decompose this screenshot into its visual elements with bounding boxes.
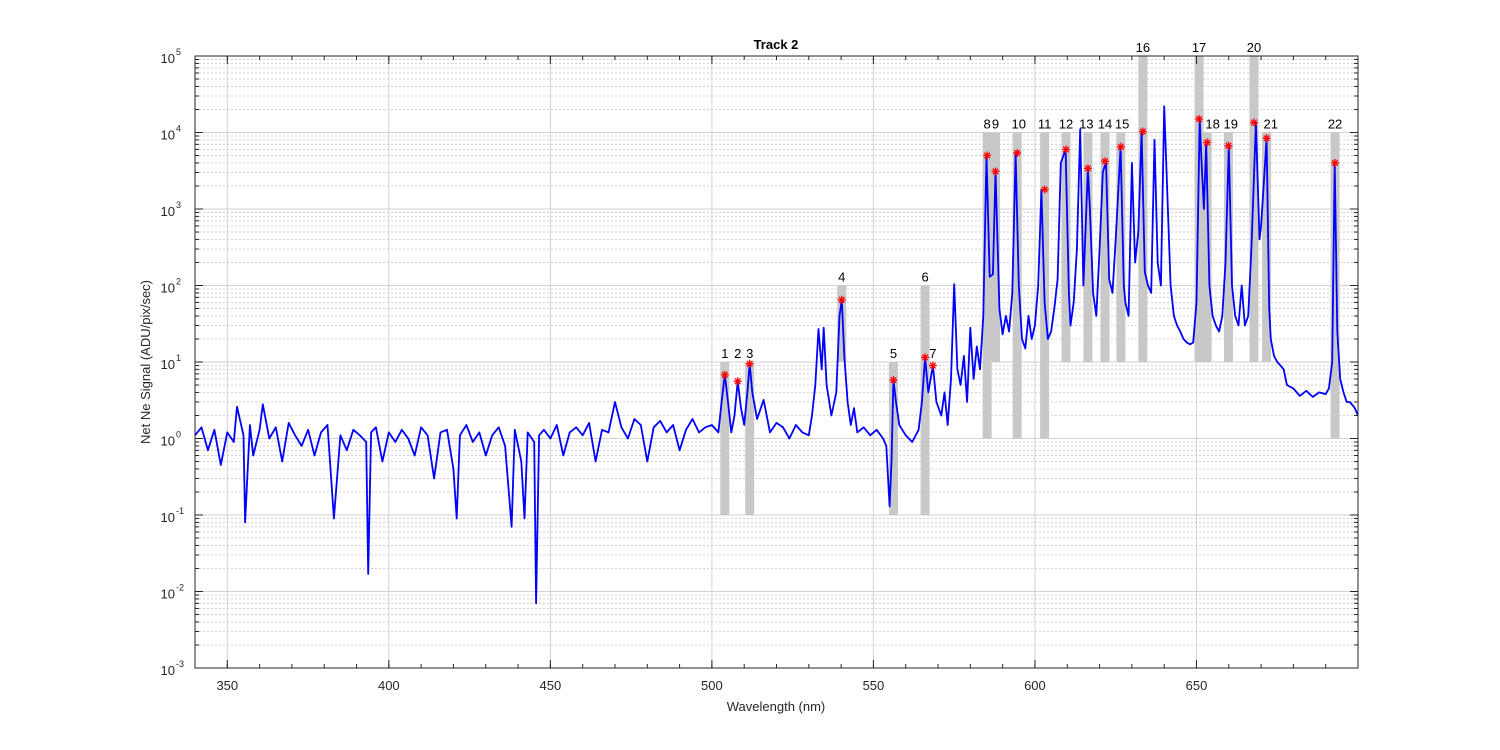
y-tick-label: 10 <box>161 204 175 219</box>
peak-label: 8 <box>984 117 991 132</box>
peak-label: 16 <box>1136 40 1150 55</box>
peak-marker <box>928 361 937 370</box>
peak-label: 6 <box>921 270 928 285</box>
peak-label: 22 <box>1328 117 1342 132</box>
x-tick-label: 650 <box>1186 678 1208 693</box>
peak-marker <box>837 295 846 304</box>
peak-label: 19 <box>1223 117 1237 132</box>
peak-label: 11 <box>1038 117 1052 132</box>
x-tick-label: 600 <box>1024 678 1046 693</box>
peak-label: 1 <box>721 346 728 361</box>
line-band <box>1012 132 1022 439</box>
peak-marker <box>983 151 992 160</box>
y-tick-exponent: -1 <box>176 506 184 516</box>
peak-label: 4 <box>838 270 845 285</box>
line-band <box>1249 56 1259 362</box>
peak-label: 21 <box>1264 117 1278 132</box>
y-tick-exponent: -2 <box>176 583 184 593</box>
y-tick-label: 10 <box>161 587 175 602</box>
peak-marker <box>1040 185 1049 194</box>
peak-label: 17 <box>1192 40 1206 55</box>
peak-label: 13 <box>1079 117 1093 132</box>
peak-marker <box>1013 148 1022 157</box>
x-axis-label: Wavelength (nm) <box>727 699 826 714</box>
peak-label: 3 <box>746 346 753 361</box>
y-tick-label: 10 <box>161 510 175 525</box>
peak-label: 5 <box>890 346 897 361</box>
x-tick-label: 550 <box>863 678 885 693</box>
y-tick-label: 10 <box>161 663 175 678</box>
peak-label: 14 <box>1098 117 1112 132</box>
y-tick-label: 10 <box>161 51 175 66</box>
y-tick-label: 10 <box>161 434 175 449</box>
line-band <box>720 362 730 515</box>
peak-label: 15 <box>1115 117 1129 132</box>
line-band <box>745 362 755 515</box>
y-tick-label: 10 <box>161 281 175 296</box>
y-tick-exponent: 5 <box>176 47 181 57</box>
x-tick-label: 350 <box>216 678 238 693</box>
y-tick-exponent: 4 <box>176 124 181 134</box>
peak-marker <box>733 377 742 386</box>
peak-label: 10 <box>1012 117 1026 132</box>
peak-marker <box>889 376 898 385</box>
x-tick-label: 450 <box>540 678 562 693</box>
peak-label: 18 <box>1205 117 1219 132</box>
peak-label: 9 <box>992 117 999 132</box>
y-tick-exponent: -3 <box>176 659 184 669</box>
x-tick-label: 500 <box>701 678 723 693</box>
line-band <box>991 132 1001 362</box>
y-tick-exponent: 3 <box>176 200 181 210</box>
peak-marker <box>921 353 930 362</box>
peak-marker <box>720 370 729 379</box>
y-axis-label: Net Ne Signal (ADU/pix/sec) <box>138 280 153 444</box>
y-tick-exponent: 0 <box>176 430 181 440</box>
peak-label: 20 <box>1247 40 1261 55</box>
x-tick-label: 400 <box>378 678 400 693</box>
chart-title: Track 2 <box>754 37 799 52</box>
y-tick-label: 10 <box>161 357 175 372</box>
y-tick-exponent: 2 <box>176 277 181 287</box>
y-tick-label: 10 <box>161 128 175 143</box>
peak-label: 7 <box>929 346 936 361</box>
spectrum-chart: 1 2 345678 9 10 11 12 13 14 1516 1718 192021 22 350 4… <box>0 0 1500 750</box>
peak-marker <box>991 167 1000 176</box>
peak-marker <box>1203 138 1212 147</box>
peak-label: 12 <box>1059 117 1073 132</box>
peak-label: 2 <box>734 346 741 361</box>
y-tick-exponent: 1 <box>176 353 181 363</box>
